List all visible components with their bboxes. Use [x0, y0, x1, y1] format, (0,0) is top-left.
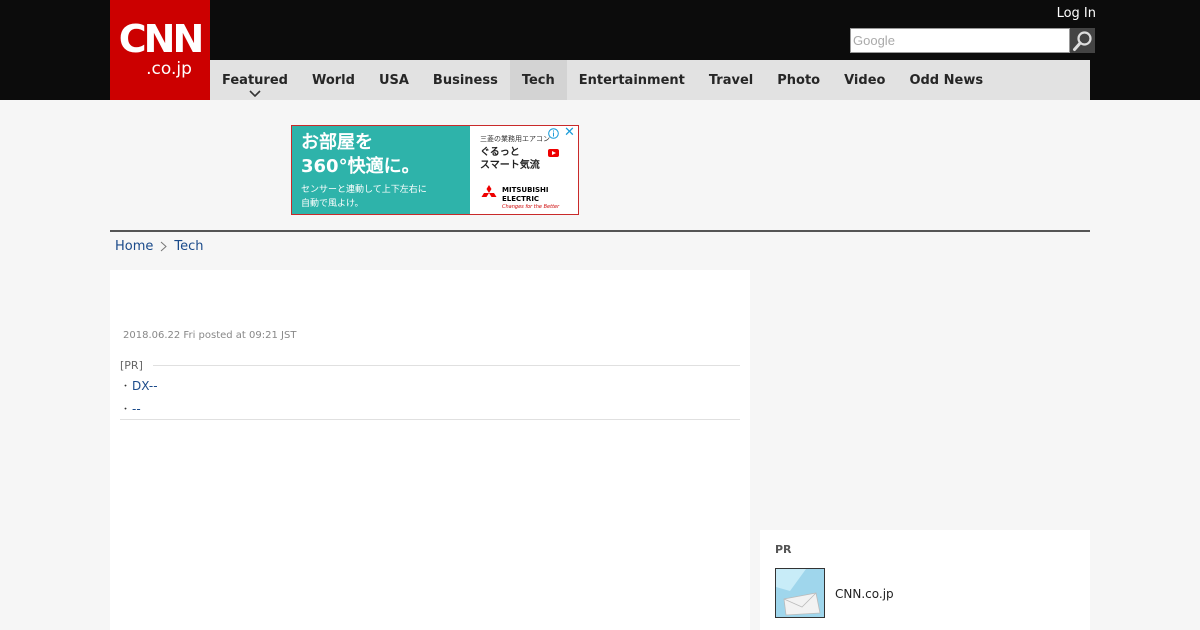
- nav-item-world[interactable]: World: [300, 60, 367, 100]
- nav-item-label: Business: [432, 72, 498, 88]
- nav-item-label: Entertainment: [578, 72, 685, 88]
- main-nav: Featured World USA Business Tech Enterta…: [210, 60, 1090, 100]
- article-panel: 2018.06.22 Fri posted at 09:21 JST [PR] …: [110, 270, 750, 630]
- search-button[interactable]: [1070, 28, 1095, 53]
- nav-item-photo[interactable]: Photo: [765, 60, 832, 100]
- ad-subline-2: 自動で風よけ。: [301, 199, 364, 209]
- nav-item-label: USA: [378, 72, 409, 88]
- logo-sub-text: .co.jp: [146, 59, 192, 79]
- nav-item-video[interactable]: Video: [832, 60, 897, 100]
- cnn-logo[interactable]: CNN .co.jp: [110, 0, 210, 100]
- list-bullet: ・: [121, 405, 131, 415]
- breadcrumb-home[interactable]: Home: [115, 239, 153, 254]
- pr-label: [PR]: [120, 358, 143, 372]
- nav-item-label: Featured: [222, 72, 288, 88]
- ad-headline-2: 360°快適に。: [301, 156, 420, 177]
- list-item: ・ --: [121, 397, 158, 420]
- nav-item-featured[interactable]: Featured: [210, 60, 300, 100]
- nav-item-label: World: [311, 72, 355, 88]
- search-icon: [1072, 30, 1092, 51]
- ad-subline-1: センサーと連動して上下左右に: [301, 185, 427, 195]
- nav-item-label: Odd News: [909, 72, 984, 88]
- sidebar-pr-box: PR CNN.co.jp: [760, 530, 1090, 630]
- banner-ad[interactable]: お部屋を 360°快適に。 センサーと連動して上下左右に 自動で風よけ。 三菱の…: [291, 125, 579, 215]
- chevron-right-icon: [160, 241, 168, 252]
- ad-copy-2: スマート気流: [480, 160, 540, 171]
- nav-item-business[interactable]: Business: [421, 60, 510, 100]
- sidebar-pr-label: PR: [775, 543, 792, 556]
- logo-main-text: CNN: [118, 17, 204, 61]
- list-bullet: ・: [121, 382, 131, 392]
- chevron-down-icon: [249, 90, 261, 97]
- breadcrumb-tech[interactable]: Tech: [174, 239, 203, 254]
- article-date: 2018.06.22 Fri posted at 09:21 JST: [123, 330, 297, 341]
- pr-link-list: ・ DX-- ・ --: [121, 374, 158, 420]
- nav-item-label: Video: [844, 72, 886, 88]
- ad-close-icon[interactable]: ✕: [564, 126, 576, 139]
- nav-item-label: Tech: [521, 72, 555, 88]
- login-link[interactable]: Log In: [1046, 6, 1096, 22]
- breadcrumb: Home Tech: [115, 238, 204, 254]
- pr-divider: [152, 364, 740, 366]
- sidebar-pr-title[interactable]: CNN.co.jp: [835, 587, 894, 601]
- pr-link[interactable]: DX--: [132, 379, 158, 393]
- nav-item-usa[interactable]: USA: [367, 60, 421, 100]
- sidebar-pr-thumbnail[interactable]: [775, 568, 825, 618]
- ad-left-panel: お部屋を 360°快適に。 センサーと連動して上下左右に 自動で風よけ。: [292, 126, 470, 214]
- ad-tagline: Changes for the Better: [502, 204, 560, 210]
- nav-item-odd-news[interactable]: Odd News: [897, 60, 995, 100]
- nav-item-entertainment[interactable]: Entertainment: [567, 60, 697, 100]
- ad-headline-1: お部屋を: [301, 132, 373, 153]
- ad-right-panel: 三菱の業務用エアコン ぐるっと スマート気流 MITSUBISHI ELECTR…: [470, 126, 578, 214]
- nav-item-tech[interactable]: Tech: [509, 60, 567, 100]
- video-play-icon: [548, 149, 559, 157]
- nav-item-label: Travel: [708, 72, 754, 88]
- top-header: CNN .co.jp Log In Featured World USA Bus…: [0, 0, 1200, 100]
- ad-info-icon[interactable]: [548, 128, 559, 139]
- mail-envelope-icon: [776, 569, 824, 617]
- nav-item-travel[interactable]: Travel: [697, 60, 765, 100]
- pr-link[interactable]: --: [132, 402, 141, 416]
- nav-item-label: Photo: [777, 72, 821, 88]
- search-input[interactable]: [850, 28, 1070, 53]
- pr-header: [PR]: [120, 358, 740, 372]
- pr-bottom-divider: [120, 419, 740, 420]
- list-item: ・ DX--: [121, 374, 158, 397]
- mitsubishi-logo-icon: [481, 185, 497, 197]
- section-divider: [110, 230, 1090, 232]
